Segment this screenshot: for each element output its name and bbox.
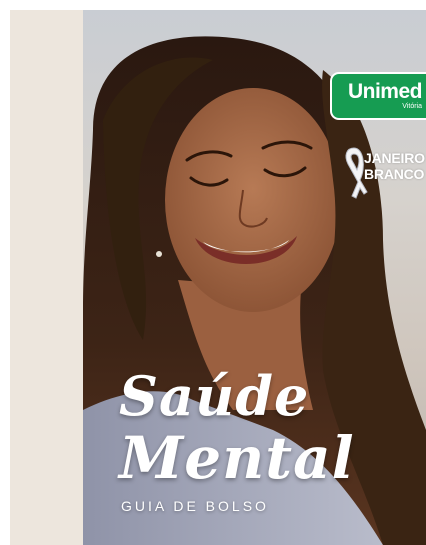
- campaign-line2: BRANCO: [364, 166, 425, 182]
- page: Unimed Vitória JANEIRO BRANCO Saúde Ment…: [0, 0, 426, 545]
- cover-subtitle: GUIA DE BOLSO: [121, 498, 269, 514]
- brand-name: Unimed: [347, 80, 423, 103]
- campaign-line1: JANEIRO: [364, 150, 425, 166]
- brand-city: Vitória: [402, 103, 422, 110]
- booklet-cover: Unimed Vitória JANEIRO BRANCO Saúde Ment…: [83, 10, 426, 545]
- unimed-logo-badge: Unimed Vitória: [330, 72, 426, 120]
- janeiro-branco-logo: JANEIRO BRANCO: [340, 144, 426, 200]
- cover-title-line1: Saúde: [119, 364, 310, 428]
- cover-title-line2: Mental: [119, 424, 355, 492]
- left-strip: [10, 10, 83, 545]
